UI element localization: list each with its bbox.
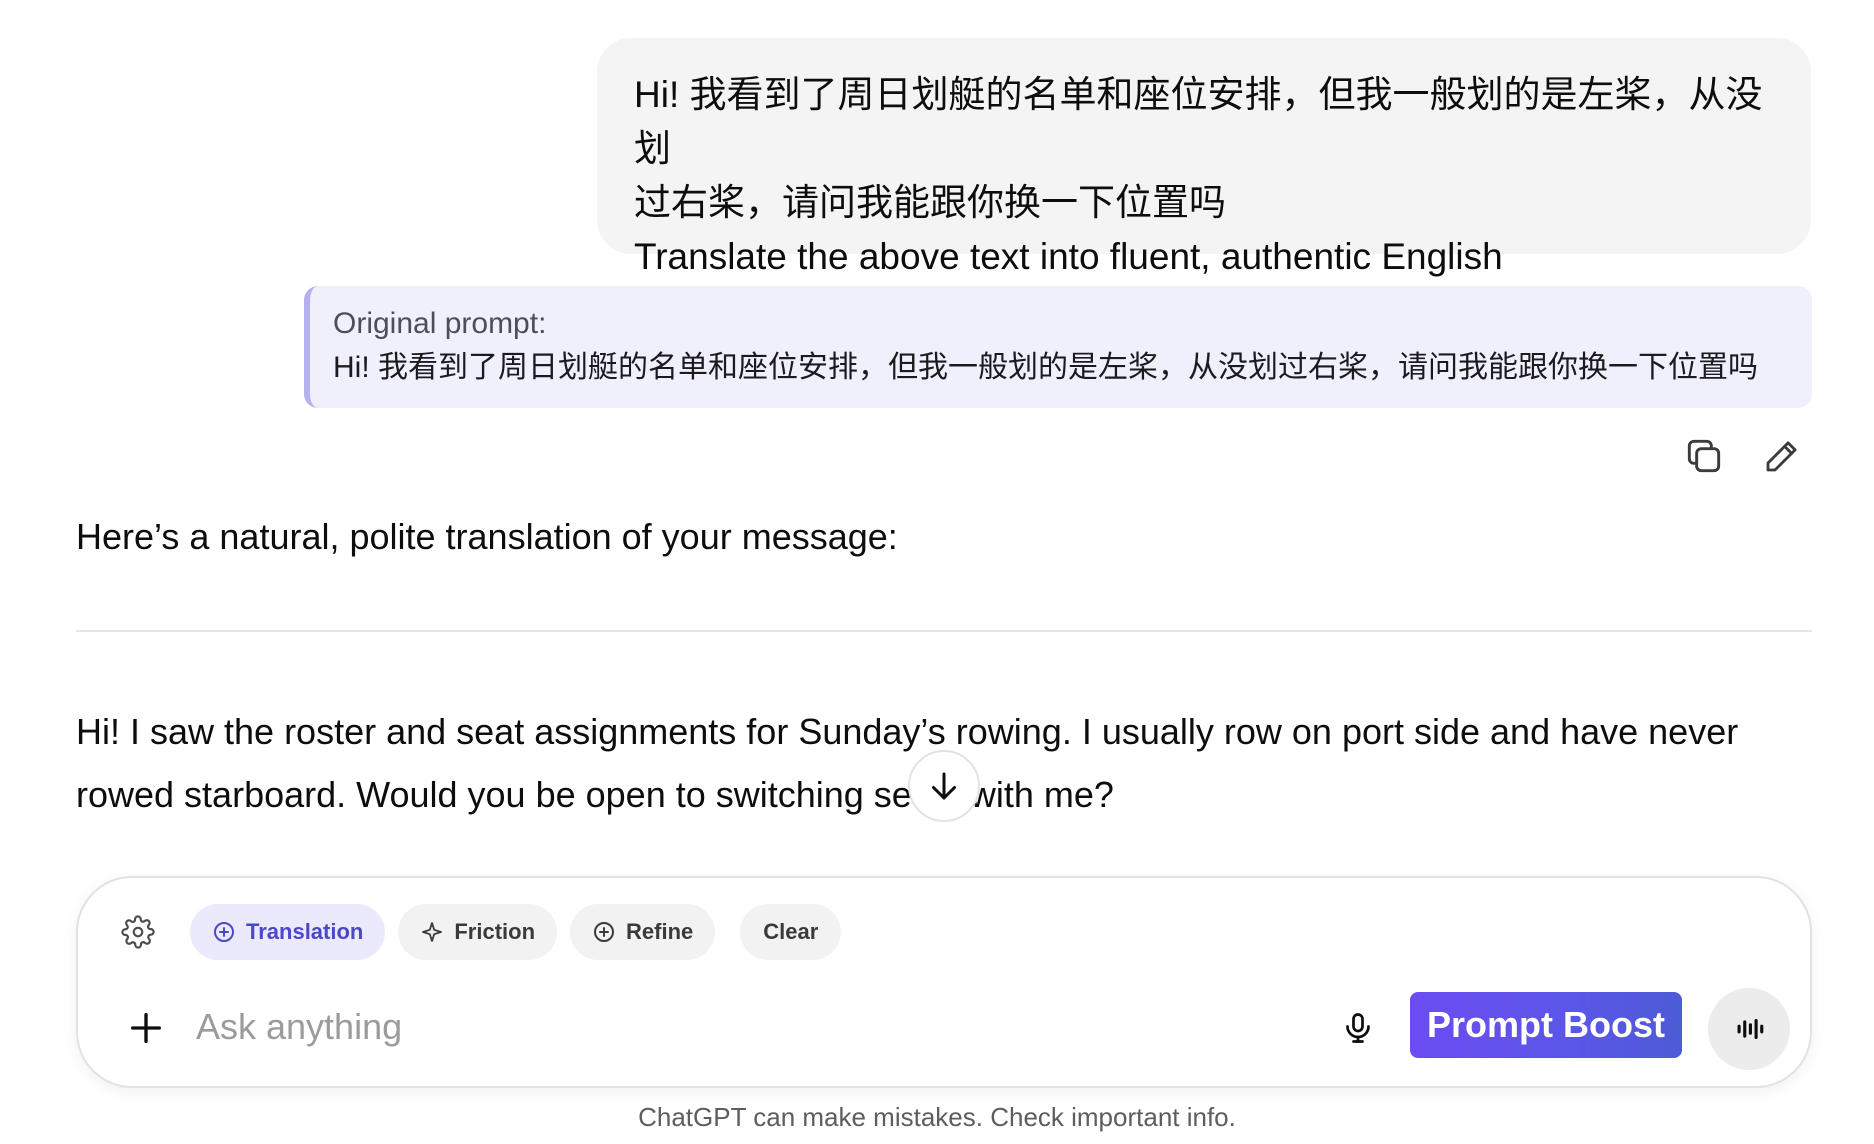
arrow-down-icon <box>932 772 956 800</box>
prompt-input[interactable] <box>196 998 1096 1056</box>
prompt-boost-button[interactable]: Prompt Boost <box>1410 992 1682 1058</box>
chip-label: Refine <box>626 919 694 944</box>
user-message-bubble: Hi! 我看到了周日划艇的名单和座位安排，但我一般划的是左桨，从没划 过右桨，请… <box>597 38 1811 277</box>
copy-button[interactable] <box>1680 432 1728 480</box>
copy-icon <box>1687 439 1721 473</box>
plus-icon <box>131 1013 161 1043</box>
waveform-icon <box>1737 1018 1764 1040</box>
pencil-icon <box>1766 441 1797 472</box>
composer: Translation Friction Refine Clear Ask an… <box>76 876 1812 1088</box>
voice-mode-button[interactable] <box>1708 988 1790 1070</box>
gear-icon <box>121 915 155 949</box>
chip-translation[interactable]: Translation <box>190 904 386 960</box>
chip-label: Clear <box>763 919 819 944</box>
plus-circle-icon <box>212 920 236 944</box>
divider <box>76 630 1812 632</box>
user-message-line: Hi! 我看到了周日划艇的名单和座位安排，但我一般划的是左桨，从没划 <box>634 74 1763 169</box>
original-prompt-text: Hi! 我看到了周日划艇的名单和座位安排，但我一般划的是左桨，从没划过右桨，请问… <box>333 351 1758 384</box>
chip-clear[interactable]: Clear <box>740 904 842 960</box>
microphone-button[interactable] <box>1332 1002 1384 1054</box>
chip-label: Friction <box>454 919 536 944</box>
edit-button[interactable] <box>1758 432 1806 480</box>
settings-button[interactable] <box>118 912 158 952</box>
original-prompt-label: Original prompt: <box>333 307 547 340</box>
chip-label: Translation <box>246 919 364 944</box>
assistant-intro: Here’s a natural, polite translation of … <box>76 516 898 557</box>
sparkle-icon <box>420 920 444 944</box>
add-attachment-button[interactable] <box>118 1000 174 1056</box>
user-message-line: 过右桨，请问我能跟你换一下位置吗 <box>634 182 1226 223</box>
original-prompt-box: Original prompt: Hi! 我看到了周日划艇的名单和座位安排，但我… <box>304 286 1812 408</box>
tool-chips-row: Translation Friction Refine Clear <box>118 904 854 960</box>
plus-circle-icon <box>592 920 616 944</box>
chip-friction[interactable]: Friction <box>398 904 558 960</box>
chip-refine[interactable]: Refine <box>570 904 716 960</box>
microphone-icon <box>1346 1013 1370 1043</box>
disclaimer: ChatGPT can make mistakes. Check importa… <box>638 1102 1236 1132</box>
user-message-line: Translate the above text into fluent, au… <box>634 236 1503 277</box>
scroll-down-button[interactable] <box>908 750 980 822</box>
message-actions <box>1680 432 1806 480</box>
